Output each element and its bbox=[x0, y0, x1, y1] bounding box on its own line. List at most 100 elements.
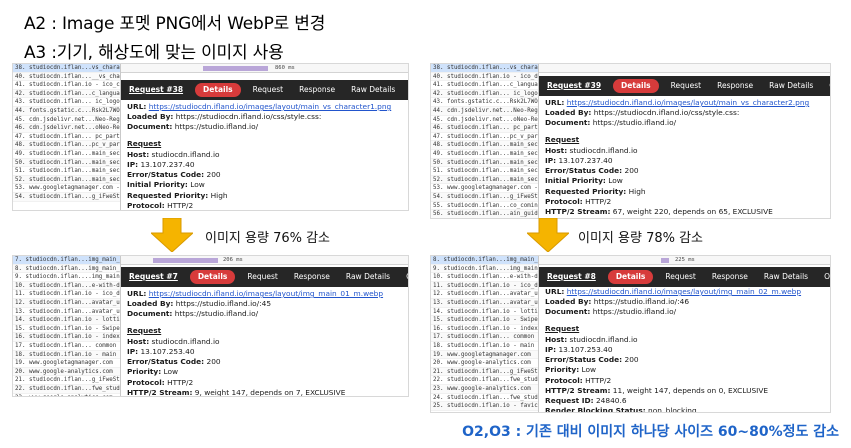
list-item[interactable]: 13. studiocdn.iflan...avatar_u bbox=[431, 298, 538, 308]
list-item[interactable]: 46. cdn.jsdelivr.net...oNeo-Reg bbox=[13, 124, 120, 133]
list-item[interactable]: 48. studiocdn.iflan...pc_v_part bbox=[13, 141, 120, 150]
list-item[interactable]: 38. studiocdn.iflan...vs_character2.png bbox=[431, 64, 538, 73]
tab-raw-details[interactable]: Raw Details bbox=[343, 80, 403, 100]
list-item[interactable]: 49. studiocdn.iflan...main_secti bbox=[431, 150, 538, 159]
tab-request[interactable]: Request bbox=[663, 76, 709, 96]
list-item[interactable]: 47. studiocdn.iflan...pc_v_part bbox=[431, 133, 538, 142]
tab-response[interactable]: Response bbox=[704, 267, 756, 287]
list-item[interactable]: 41. studiocdn.iflan...c_language bbox=[431, 81, 538, 90]
list-item[interactable]: 17. studiocdn.iflan... common bbox=[431, 333, 538, 342]
list-item[interactable]: 19. www.googletagmanager.com bbox=[13, 359, 120, 368]
list-item[interactable]: 51. studiocdn.iflan...main_secti bbox=[431, 167, 538, 176]
list-item[interactable]: 24. studiocdn.iflan...fwe_stud bbox=[431, 394, 538, 403]
list-item[interactable]: 13. studiocdn.iflan...avatar_u bbox=[13, 308, 120, 317]
tab-response[interactable]: Response bbox=[291, 80, 343, 100]
list-item[interactable]: 8. studiocdn.iflan...img_main_02_m.webp bbox=[431, 256, 538, 265]
list-item[interactable]: 42. studiocdn.iflan...c_language bbox=[13, 89, 120, 99]
field-row: HTTP/2 Stream: 9, weight 147, depends on… bbox=[127, 387, 402, 397]
list-item[interactable]: 53. www.googletagmanager.com - bbox=[13, 184, 120, 193]
list-item[interactable]: 18. studiocdn.iflan.io - main bbox=[431, 342, 538, 351]
field-row: Host: studiocdn.ifland.io bbox=[127, 150, 402, 160]
list-item[interactable]: 45. cdn.jsdelivr.net...oNeo-Reg bbox=[431, 116, 538, 125]
list-item[interactable]: 48. studiocdn.iflan...main_secti bbox=[431, 141, 538, 150]
list-item[interactable]: 10. studiocdn.iflan...e-with-d bbox=[431, 273, 538, 282]
field-row-value: studiocdn.ifland.io bbox=[569, 334, 638, 344]
list-item[interactable]: 9. studiocdn.iflan....img_main_03 bbox=[13, 273, 120, 282]
list-item[interactable]: 16. studiocdn.iflan.io - index bbox=[431, 325, 538, 334]
list-item[interactable]: 14. studiocdn.iflan.io - lotti bbox=[13, 316, 120, 325]
url-row-value[interactable]: https://studiocdn.ifland.io/images/layou… bbox=[567, 98, 810, 107]
list-item[interactable]: 15. studiocdn.iflan.io - Swipe bbox=[13, 325, 120, 334]
list-item[interactable]: 12. studiocdn.iflan...avatar_u bbox=[431, 290, 538, 299]
tab-details[interactable]: Details bbox=[189, 270, 236, 284]
list-item[interactable]: 53. www.googletagmanager.com - bbox=[431, 184, 538, 193]
list-item[interactable]: 15. studiocdn.iflan.io - Swipe bbox=[431, 316, 538, 325]
field-row-value: 11, weight 147, depends on 0, EXCLUSIVE bbox=[612, 385, 769, 395]
list-item[interactable]: 42. studiocdn.iflan... ic_logo bbox=[431, 89, 538, 99]
list-item[interactable]: 54. studiocdn.iflan...g_iFweStud bbox=[13, 192, 120, 202]
list-item[interactable]: 44. fonts.gstatic.c...Rsk2L7WOGC bbox=[13, 106, 120, 116]
field-row-value: 9, weight 147, depends on 7, EXCLUSIVE bbox=[194, 387, 346, 397]
list-item[interactable]: 8. studiocdn.iflan...img_main_02_m bbox=[13, 264, 120, 274]
tab-object[interactable]: Object bbox=[403, 80, 408, 100]
list-item[interactable]: 20. www.google-analytics.com bbox=[431, 359, 538, 368]
list-item[interactable]: 50. studiocdn.iflan...main_secti bbox=[13, 158, 120, 168]
list-item[interactable]: 22. studiocdn.iflan...fwe_stud bbox=[13, 384, 120, 394]
list-item[interactable]: 20. www.google-analytics.com bbox=[13, 367, 120, 377]
tab-request[interactable]: Request bbox=[657, 267, 703, 287]
tab-object[interactable]: Object bbox=[398, 267, 408, 287]
list-item[interactable]: 17. studiocdn.iflan... common bbox=[13, 342, 120, 351]
list-item[interactable]: 50. studiocdn.iflan...main_secti bbox=[431, 158, 538, 168]
list-item[interactable]: 52. studiocdn.iflan...main_secti bbox=[431, 175, 538, 185]
list-item[interactable]: 22. studiocdn.iflan...fwe_stud bbox=[431, 376, 538, 385]
list-item[interactable]: 45. cdn.jsdelivr.net...Neo-Regu bbox=[13, 116, 120, 125]
tab-details[interactable]: Details bbox=[195, 83, 241, 97]
list-item[interactable]: 49. studiocdn.iflan...main_secti bbox=[13, 150, 120, 159]
list-item[interactable]: 12. studiocdn.iflan...avatar_u bbox=[13, 298, 120, 308]
list-item[interactable]: 21. studiocdn.iflan...g_iFweSt bbox=[13, 376, 120, 385]
list-item[interactable]: 44. cdn.jsdelivr.net...Neo-Regu bbox=[431, 106, 538, 116]
list-item[interactable]: 23. www.google-analytics.com bbox=[431, 384, 538, 394]
tab-object[interactable]: Object bbox=[816, 267, 830, 287]
list-item[interactable]: 26. studiocdn.iflan... pc_part bbox=[431, 411, 538, 413]
list-item[interactable]: 14. studiocdn.iflan.io - lotti bbox=[431, 308, 538, 317]
list-item[interactable]: 43. studiocdn.iflan... ic_logo bbox=[13, 98, 120, 107]
list-item[interactable]: 9. studiocdn.iflan....img_main_03 bbox=[431, 264, 538, 274]
list-item[interactable]: 52. studiocdn.iflan...main_secti bbox=[13, 175, 120, 185]
list-item[interactable]: 43. fonts.gstatic.c...Rsk2L7WOGC bbox=[431, 98, 538, 107]
tab-response[interactable]: Response bbox=[709, 76, 761, 96]
list-item[interactable]: 21. studiocdn.iflan...g_iFweSt bbox=[431, 367, 538, 377]
list-item[interactable]: 56. studiocdn.iflan...ain_guide bbox=[431, 210, 538, 218]
tab-object[interactable]: Object bbox=[821, 76, 830, 96]
list-item[interactable]: 38. studiocdn.iflan...vs_character1.png bbox=[13, 64, 120, 73]
list-item[interactable]: 40. studiocdn.iflan.io - ico_d bbox=[431, 72, 538, 82]
tab-details[interactable]: Details bbox=[607, 270, 654, 284]
tab-raw-details[interactable]: Raw Details bbox=[761, 76, 821, 96]
list-item[interactable]: 51. studiocdn.iflan...main_secti bbox=[13, 167, 120, 176]
list-item[interactable]: 23. www.google-analytics.com bbox=[13, 394, 120, 397]
list-item[interactable]: 54. studiocdn.iflan...g_iFweStud bbox=[431, 192, 538, 202]
field-row: Requested Priority: High bbox=[127, 191, 402, 201]
list-item[interactable]: 11. studiocdn.iflan.io - ico_d bbox=[13, 290, 120, 299]
tab-request[interactable]: Request bbox=[239, 267, 285, 287]
tab-details[interactable]: Details bbox=[613, 79, 659, 93]
list-item[interactable]: 16. studiocdn.iflan.io - index bbox=[13, 333, 120, 342]
list-item[interactable]: 46. studiocdn.iflan... pc_part bbox=[431, 124, 538, 133]
tab-request[interactable]: Request bbox=[245, 80, 291, 100]
list-item[interactable]: 10. studiocdn.iflan...e-with-d bbox=[13, 281, 120, 291]
tab-raw-details[interactable]: Raw Details bbox=[756, 267, 816, 287]
list-item[interactable]: 47. studiocdn.iflan... pc_part bbox=[13, 133, 120, 142]
list-item[interactable]: 55. studiocdn.iflan...co_coming bbox=[431, 202, 538, 211]
url-row-value[interactable]: https://studiocdn.ifland.io/images/layou… bbox=[149, 289, 383, 298]
list-item[interactable]: 19. www.googletagmanager.com bbox=[431, 350, 538, 360]
list-item[interactable]: 41. studiocdn.iflan.io - ico_c bbox=[13, 81, 120, 90]
list-item[interactable]: 11. studiocdn.iflan.io - ico_d bbox=[431, 281, 538, 291]
url-row-value[interactable]: https://studiocdn.ifland.io/images/layou… bbox=[149, 102, 392, 111]
list-item[interactable]: 25. studiocdn.iflan.io - favic bbox=[431, 402, 538, 411]
list-item[interactable]: 18. studiocdn.iflan.io - main bbox=[13, 350, 120, 360]
list-item[interactable]: 7. studiocdn.iflan...img_main_01_m.webp bbox=[13, 256, 120, 265]
tab-raw-details[interactable]: Raw Details bbox=[338, 267, 398, 287]
list-item[interactable]: 40. studiocdn.iflan...__vs_charac bbox=[13, 72, 120, 82]
tab-response[interactable]: Response bbox=[286, 267, 338, 287]
url-row-value[interactable]: https://studiocdn.ifland.io/images/layou… bbox=[567, 287, 801, 296]
